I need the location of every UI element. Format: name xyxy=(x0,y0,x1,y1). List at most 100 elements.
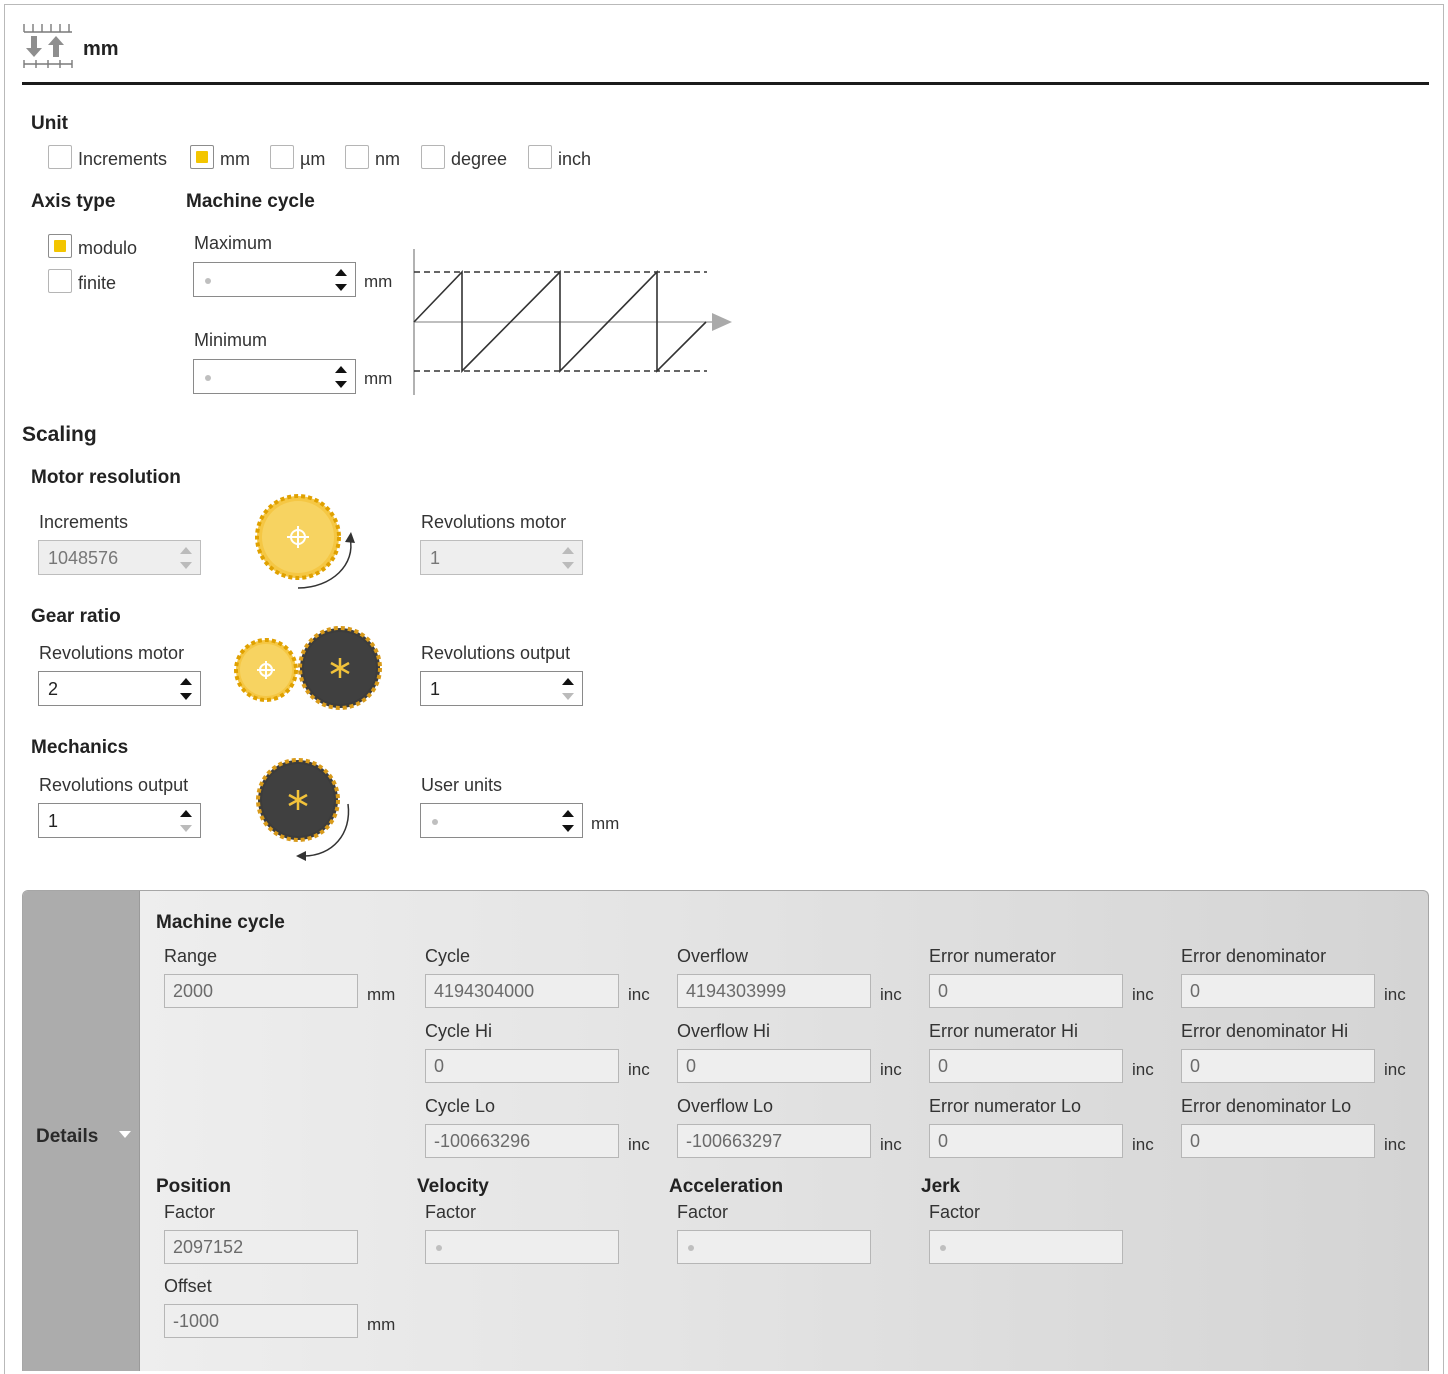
spin-up-icon[interactable] xyxy=(180,678,192,685)
axis-type-finite-checkbox[interactable] xyxy=(48,269,72,293)
empty-indicator xyxy=(432,819,438,826)
minimum-spinbox[interactable] xyxy=(193,359,356,394)
empty-indicator xyxy=(205,278,211,285)
range-unit: mm xyxy=(367,985,396,1004)
unit-mm-checkbox[interactable] xyxy=(190,145,214,169)
unit-degree-checkbox[interactable] xyxy=(421,145,445,169)
unit-increments-checkbox[interactable] xyxy=(48,145,72,169)
spin-down-icon[interactable] xyxy=(180,825,192,832)
details-panel: Details Machine cycle Range 2000 mm Cycl… xyxy=(22,890,1429,1371)
cycle-hi-unit: inc xyxy=(628,1060,650,1079)
unit-um-label: µm xyxy=(300,149,326,169)
mech-revolutions-output-spinbox[interactable]: 1 xyxy=(38,803,201,838)
error-denominator-lo-field[interactable]: 0 xyxy=(1181,1124,1375,1158)
chevron-down-icon xyxy=(119,1131,131,1138)
error-denominator-hi-field[interactable]: 0 xyxy=(1181,1049,1375,1083)
details-toggle[interactable]: Details xyxy=(23,891,140,1371)
error-numerator-field[interactable]: 0 xyxy=(929,974,1123,1008)
maximum-spinbox[interactable] xyxy=(193,262,356,297)
header-divider xyxy=(22,82,1429,85)
position-offset-field[interactable]: -1000 xyxy=(164,1304,358,1338)
maximum-unit: mm xyxy=(364,272,393,291)
jerk-factor-field[interactable] xyxy=(929,1230,1123,1264)
velocity-factor-label: Factor xyxy=(425,1202,477,1222)
overflow-field[interactable]: 4194303999 xyxy=(677,974,871,1008)
position-factor-field[interactable]: 2097152 xyxy=(164,1230,358,1264)
error-numerator-label: Error numerator xyxy=(929,946,1057,966)
gear-revolutions-output-label: Revolutions output xyxy=(421,643,571,663)
unit-section-title: Unit xyxy=(31,113,68,134)
spin-down-icon[interactable] xyxy=(335,381,347,388)
gear-revolutions-motor-spinbox[interactable]: 2 xyxy=(38,671,201,706)
user-units-label: User units xyxy=(421,775,503,795)
velocity-factor-field[interactable] xyxy=(425,1230,619,1264)
overflow-lo-label: Overflow Lo xyxy=(677,1096,774,1116)
user-units-spinbox[interactable] xyxy=(420,803,583,838)
acceleration-factor-label: Factor xyxy=(677,1202,729,1222)
spin-down-icon[interactable] xyxy=(562,562,574,569)
mech-revolutions-output-value: 1 xyxy=(48,811,59,831)
cycle-field[interactable]: 4194304000 xyxy=(425,974,619,1008)
gear-revolutions-output-spinbox[interactable]: 1 xyxy=(420,671,583,706)
spin-down-icon[interactable] xyxy=(562,825,574,832)
spin-up-icon[interactable] xyxy=(335,366,347,373)
error-denominator-hi-label: Error denominator Hi xyxy=(1181,1021,1349,1041)
cycle-hi-field[interactable]: 0 xyxy=(425,1049,619,1083)
unit-nm-label: nm xyxy=(375,149,401,169)
revolutions-motor-spinbox[interactable]: 1 xyxy=(420,540,583,575)
error-denominator-field[interactable]: 0 xyxy=(1181,974,1375,1008)
acceleration-factor-field[interactable] xyxy=(677,1230,871,1264)
spin-up-icon[interactable] xyxy=(562,810,574,817)
overflow-lo-field[interactable]: -100663297 xyxy=(677,1124,871,1158)
page-title: mm xyxy=(83,38,119,60)
increments-spinbox[interactable]: 1048576 xyxy=(38,540,201,575)
spin-down-icon[interactable] xyxy=(180,562,192,569)
spin-up-icon[interactable] xyxy=(180,810,192,817)
overflow-hi-field[interactable]: 0 xyxy=(677,1049,871,1083)
error-numerator-hi-field[interactable]: 0 xyxy=(929,1049,1123,1083)
error-numerator-unit: inc xyxy=(1132,985,1154,1004)
unit-mm-label: mm xyxy=(220,149,250,169)
spin-down-icon[interactable] xyxy=(335,284,347,291)
error-denominator-lo-unit: inc xyxy=(1384,1135,1406,1154)
spin-up-icon[interactable] xyxy=(335,269,347,276)
overflow-hi-label: Overflow Hi xyxy=(677,1021,771,1041)
spin-down-icon[interactable] xyxy=(180,693,192,700)
range-field[interactable]: 2000 xyxy=(164,974,358,1008)
unit-increments-label: Increments xyxy=(78,149,168,169)
mechanics-title: Mechanics xyxy=(31,737,129,758)
overflow-hi-unit: inc xyxy=(880,1060,902,1079)
axis-type-section-title: Axis type xyxy=(31,191,116,212)
spin-up-icon[interactable] xyxy=(180,547,192,554)
cycle-lo-label: Cycle Lo xyxy=(425,1096,496,1116)
scaling-arrows-icon xyxy=(23,24,73,68)
increments-label: Increments xyxy=(39,512,129,532)
position-offset-label: Offset xyxy=(164,1276,212,1296)
axis-type-modulo-checkbox[interactable] xyxy=(48,234,72,258)
unit-degree-label: degree xyxy=(451,149,508,169)
overflow-label: Overflow xyxy=(677,946,749,966)
gear-revolutions-motor-value: 2 xyxy=(48,679,59,699)
unit-inch-checkbox[interactable] xyxy=(528,145,552,169)
spin-up-icon[interactable] xyxy=(562,678,574,685)
spin-down-icon[interactable] xyxy=(562,693,574,700)
error-numerator-lo-field[interactable]: 0 xyxy=(929,1124,1123,1158)
minimum-unit: mm xyxy=(364,369,393,388)
axis-type-modulo-label: modulo xyxy=(78,238,138,258)
output-gear-icon xyxy=(256,758,350,861)
velocity-title: Velocity xyxy=(417,1176,489,1197)
gear-revolutions-motor-label: Revolutions motor xyxy=(39,643,185,663)
axis-type-finite-label: finite xyxy=(78,273,117,293)
cycle-lo-field[interactable]: -100663296 xyxy=(425,1124,619,1158)
details-machine-cycle-title: Machine cycle xyxy=(156,912,285,933)
motor-gear-icon xyxy=(255,494,355,589)
range-label: Range xyxy=(164,946,218,966)
unit-um-checkbox[interactable] xyxy=(270,145,294,169)
machine-cycle-section-title: Machine cycle xyxy=(186,191,315,212)
error-numerator-lo-label: Error numerator Lo xyxy=(929,1096,1082,1116)
error-denominator-hi-unit: inc xyxy=(1384,1060,1406,1079)
maximum-label: Maximum xyxy=(194,233,273,253)
spin-up-icon[interactable] xyxy=(562,547,574,554)
empty-indicator xyxy=(436,1245,442,1252)
unit-nm-checkbox[interactable] xyxy=(345,145,369,169)
